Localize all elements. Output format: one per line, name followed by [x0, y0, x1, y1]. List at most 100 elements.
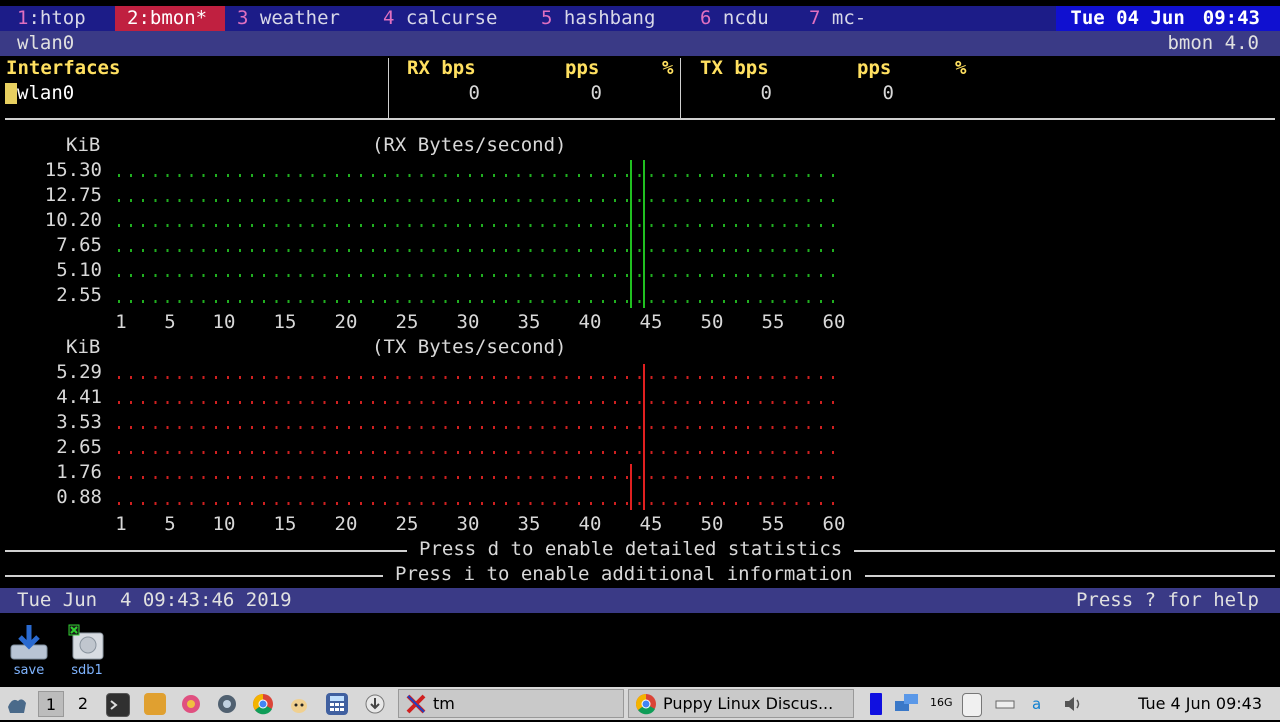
workspace-2[interactable]: 2: [70, 691, 96, 717]
tx-dot-row: [118, 451, 844, 454]
rx-x-label: 60: [822, 311, 846, 333]
keyboard-icon[interactable]: [994, 693, 1016, 715]
tx-bar: [643, 364, 645, 510]
rx-x-label: 10: [212, 311, 236, 333]
tx-y-label: 5.29: [56, 361, 102, 383]
drive-icon: [67, 623, 107, 661]
tx-title: (TX Bytes/second): [372, 336, 567, 358]
tx-x-label: 30: [456, 513, 480, 535]
file-manager-icon[interactable]: [144, 693, 166, 715]
tab-mc[interactable]: 7 mc-: [809, 6, 866, 31]
terminal-icon[interactable]: [106, 693, 130, 717]
tx-dot-row: [118, 376, 844, 379]
divider-line: [5, 118, 1275, 120]
tx-x-label: 35: [517, 513, 541, 535]
download-icon[interactable]: [364, 693, 386, 715]
header-interfaces: Interfaces: [6, 57, 121, 79]
x-terminal-icon: [405, 693, 427, 715]
tab-ncdu[interactable]: 6 ncdu: [700, 6, 769, 31]
taskbar-clock[interactable]: Tue 4 Jun 09:43: [1138, 687, 1262, 720]
column-divider: [680, 58, 681, 118]
desktop: save sdb1: [0, 615, 1280, 687]
rx-dot-row: [118, 174, 844, 177]
tab-calcurse[interactable]: 4 calcurse: [383, 6, 497, 31]
tab-hashbang[interactable]: 5 hashbang: [541, 6, 655, 31]
rx-x-label: 1: [115, 311, 127, 333]
desktop-icon-sdb1[interactable]: sdb1: [58, 623, 116, 678]
desktop-icon-save[interactable]: save: [0, 623, 58, 678]
tx-x-label: 60: [822, 513, 846, 535]
browser-task[interactable]: Puppy Linux Discus...: [628, 689, 854, 718]
rx-bar: [630, 160, 632, 308]
workspace-1[interactable]: 1: [38, 691, 64, 717]
tab-bmon[interactable]: 2:bmon*: [115, 6, 225, 31]
calculator-icon[interactable]: [326, 693, 348, 715]
tx-x-label: 45: [639, 513, 663, 535]
interface-title: wlan0: [17, 32, 75, 54]
rx-bar: [643, 160, 645, 308]
rx-unit: KiB: [66, 134, 101, 156]
battery-icon[interactable]: [870, 693, 882, 715]
tx-x-label: 25: [395, 513, 419, 535]
bmon-version: bmon 4.0: [1167, 32, 1259, 54]
tx-dot-row: [118, 426, 844, 429]
tab-weather[interactable]: 3 weather: [237, 6, 340, 31]
font-icon[interactable]: a: [1026, 693, 1048, 715]
rx-x-label: 15: [273, 311, 297, 333]
tx-y-label: 2.65: [56, 436, 102, 458]
clipboard-icon[interactable]: [962, 693, 982, 717]
rx-x-label: 45: [639, 311, 663, 333]
status-time: Tue Jun 4 09:43:46 2019: [17, 589, 292, 611]
header-tx-bps: TX bps: [700, 57, 769, 79]
paint-icon[interactable]: [180, 693, 202, 715]
rx-bps-value: 0: [468, 82, 480, 104]
tx-x-label: 1: [115, 513, 127, 535]
tmux-tab-bar: 1:htop 2:bmon* 3 weather 4 calcurse 5 ha…: [0, 6, 1280, 31]
terminal-task[interactable]: tm: [398, 689, 624, 718]
rx-dot-row: [118, 274, 844, 277]
rx-y-label: 2.55: [56, 284, 102, 306]
chrome-icon: [635, 693, 657, 715]
tx-bps-value: 0: [760, 82, 772, 104]
rx-y-label: 15.30: [44, 159, 102, 181]
rx-x-label: 30: [456, 311, 480, 333]
volume-icon[interactable]: [1062, 693, 1084, 715]
tx-bar: [630, 464, 632, 510]
bmon-status-bar: Tue Jun 4 09:43:46 2019 Press ? for help: [0, 588, 1280, 613]
rx-x-label: 55: [761, 311, 785, 333]
rx-dot-row: [118, 199, 844, 202]
rx-y-label: 5.10: [56, 259, 102, 281]
network-icon[interactable]: [894, 693, 918, 715]
puppy-icon[interactable]: [288, 693, 310, 715]
rx-x-label: 5: [164, 311, 176, 333]
chrome-icon[interactable]: [252, 693, 274, 715]
taskbar: 1 2 tm Puppy Linux Discus... 16G a Tue 4…: [0, 687, 1280, 720]
rx-y-label: 12.75: [44, 184, 102, 206]
hint-additional-info: Press i to enable additional information: [383, 562, 865, 587]
tx-x-label: 40: [578, 513, 602, 535]
tab-htop[interactable]: 1:htop: [5, 6, 127, 31]
rx-x-label: 25: [395, 311, 419, 333]
tx-y-label: 0.88: [56, 486, 102, 508]
header-rx-pct: %: [662, 57, 674, 79]
interface-row-name[interactable]: wlan0: [17, 81, 74, 106]
rx-x-label: 35: [517, 311, 541, 333]
tx-x-label: 5: [164, 513, 176, 535]
tx-x-label: 55: [761, 513, 785, 535]
help-hint: Press ? for help: [1075, 589, 1259, 611]
rx-dot-row: [118, 249, 844, 252]
header-tx-pct: %: [955, 57, 967, 79]
rx-y-label: 7.65: [56, 234, 102, 256]
header-tx-pps: pps: [857, 57, 892, 79]
tx-y-label: 4.41: [56, 386, 102, 408]
menu-icon[interactable]: [6, 693, 28, 715]
tx-x-label: 10: [212, 513, 236, 535]
memory-label: 16G: [930, 696, 953, 709]
rx-dot-row: [118, 300, 844, 303]
rx-y-label: 10.20: [44, 209, 102, 231]
header-rx-pps: pps: [565, 57, 600, 79]
tx-unit: KiB: [66, 336, 101, 358]
hint-detailed-stats: Press d to enable detailed statistics: [407, 537, 855, 562]
row-cursor: [5, 83, 17, 104]
settings-icon[interactable]: [216, 693, 238, 715]
